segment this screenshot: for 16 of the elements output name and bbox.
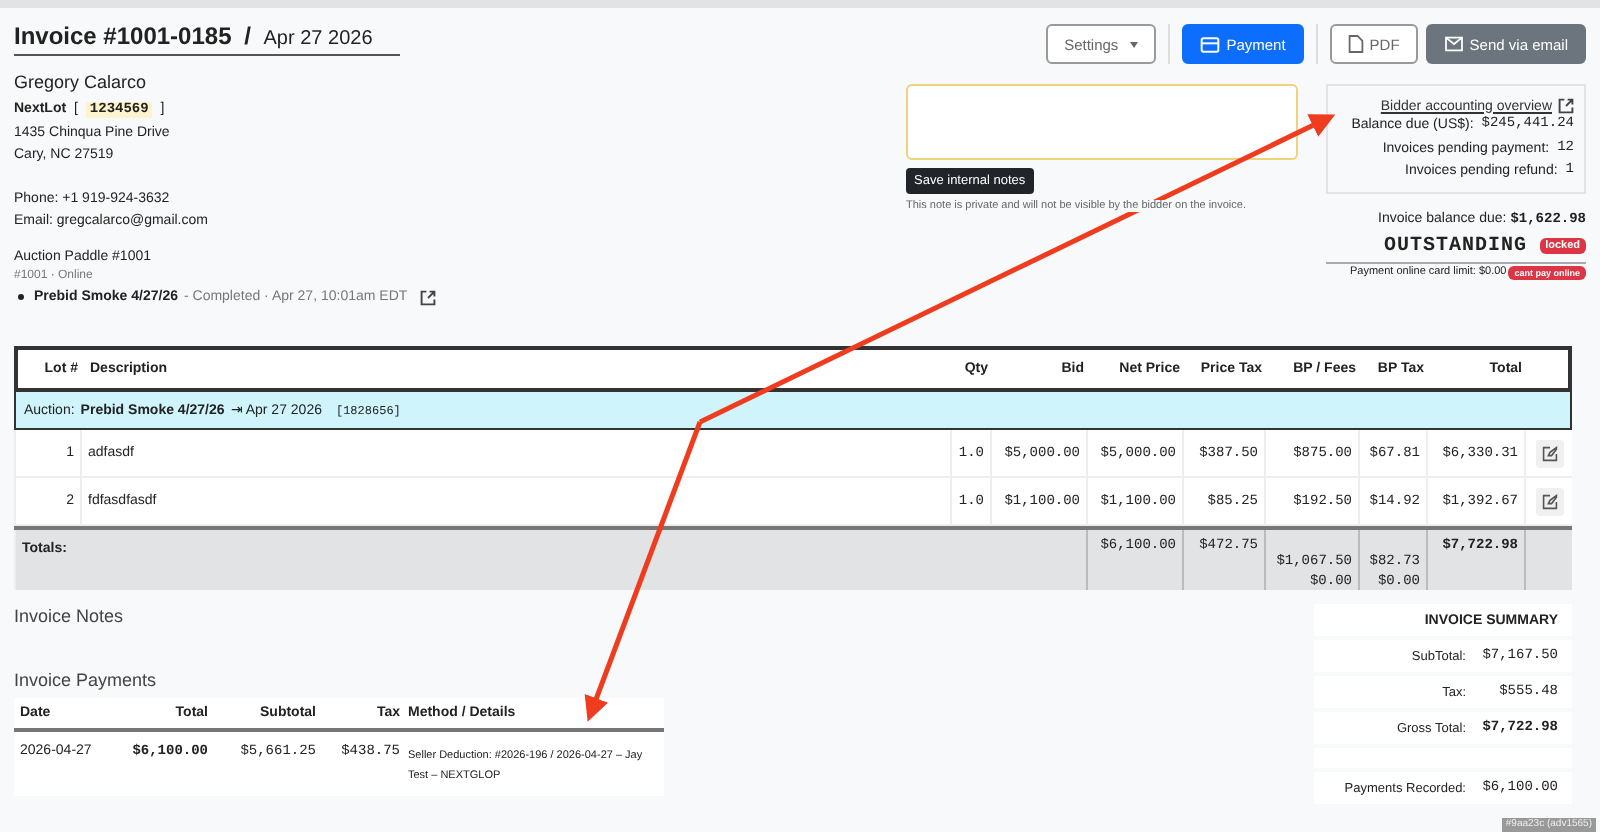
- card-icon: [1200, 35, 1221, 53]
- invoice-status: OUTSTANDING: [1384, 235, 1528, 257]
- invoice-notes-heading: Invoice Notes: [14, 606, 126, 626]
- edit-button[interactable]: [1535, 439, 1563, 467]
- bullet-icon: [18, 294, 24, 300]
- external-link-icon[interactable]: [1558, 98, 1574, 114]
- edit-button[interactable]: [1535, 487, 1563, 515]
- edit-icon: [1541, 445, 1557, 461]
- document-icon: [1347, 34, 1364, 54]
- invoice-payments-heading: Invoice Payments: [14, 670, 159, 690]
- envelope-icon: [1443, 36, 1464, 52]
- bidder-name: Gregory Calarco: [14, 72, 149, 92]
- internal-notes-field[interactable]: [906, 84, 1298, 160]
- edit-icon: [1541, 493, 1557, 509]
- invoice-title: Invoice #1001-0185 / Apr 27 2026: [14, 22, 401, 56]
- external-link-icon[interactable]: [419, 289, 436, 305]
